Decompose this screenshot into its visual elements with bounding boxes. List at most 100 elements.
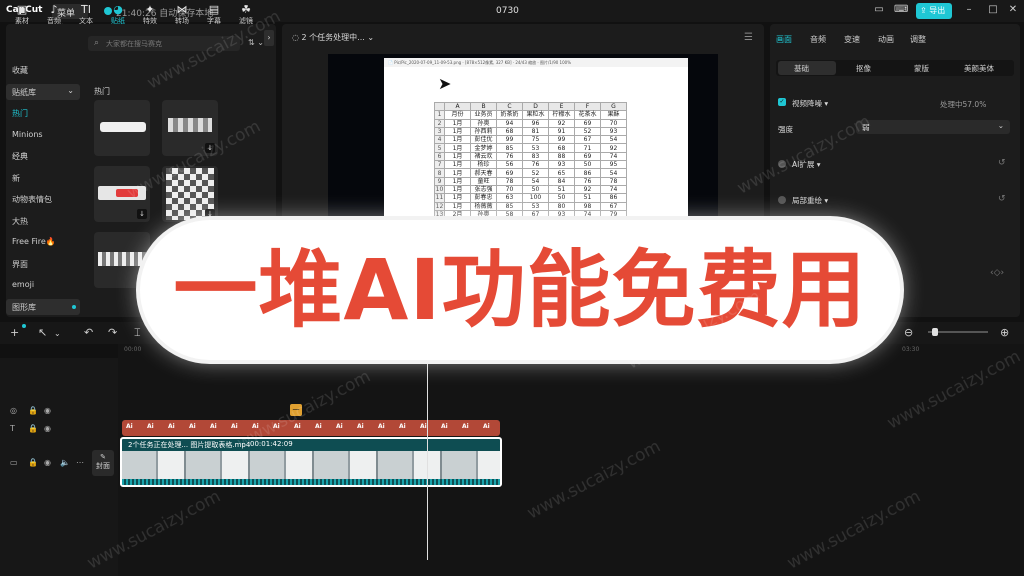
sheet-cell: 74 (600, 184, 627, 195)
tab-1[interactable]: ▣ 素材 (8, 4, 36, 28)
sheet-cell: A (444, 101, 471, 112)
local-redraw-toggle[interactable] (778, 196, 786, 204)
strength-select[interactable]: 弱 ⌄ (856, 120, 1010, 134)
sheet-cell: 2 (434, 118, 445, 128)
menu-icon[interactable]: ☰ (744, 32, 753, 43)
zoom-out-icon[interactable]: ⊖ (904, 326, 913, 339)
shortcut-icon[interactable]: ⌨ (894, 4, 908, 18)
banner-headline: 一堆AI功能免费用 (173, 241, 867, 339)
minimize-icon[interactable]: – (962, 4, 976, 18)
sheet-cell: 1月 (444, 168, 471, 178)
task-status[interactable]: ◌ 2 个任务处理中... ⌄ (292, 32, 374, 43)
chevron-down-icon: ⌄ (67, 85, 74, 95)
project-title: 0730 (496, 6, 519, 16)
sheet-cell: D (522, 101, 549, 112)
inspector-subtab[interactable]: 美颜美体 (964, 63, 994, 74)
denoise-label: 视频降噪 ▾ (792, 99, 829, 108)
sticker-category[interactable]: 收藏 (6, 62, 80, 78)
video-clip[interactable]: 2个任务正在处理... 图片提取表格.mp4 00:01:42:09 (120, 437, 502, 487)
inspector-subtab[interactable]: 抠像 (856, 63, 871, 74)
sheet-cell: 1月 (444, 160, 471, 170)
reset-icon[interactable]: ↺ (998, 194, 1006, 204)
redo-icon[interactable]: ↷ (108, 326, 117, 339)
sheet-cell: 1月 (444, 184, 471, 195)
maximize-icon[interactable]: □ (986, 4, 1000, 18)
eye-icon[interactable]: ◉ (44, 458, 51, 467)
undo-icon[interactable]: ↶ (84, 326, 93, 339)
sheet-cell: 郝天春 (470, 168, 497, 178)
playhead[interactable] (427, 344, 428, 560)
select-tool-icon[interactable]: ↖ (38, 326, 47, 339)
sheet-row: 8 1月 郝天春 69 52 65 86 54 (434, 168, 627, 178)
denoise-checkbox[interactable]: ✓ (778, 98, 786, 106)
inspector-tab[interactable]: 画面 (776, 34, 792, 45)
download-icon[interactable]: ↓ (205, 209, 215, 219)
tab-icon: ☘ (241, 3, 251, 16)
sheet-cell: C (496, 101, 523, 112)
lock-icon[interactable]: 🔒 (28, 458, 38, 467)
keyframe-icon[interactable]: ‹◇› (990, 268, 1004, 278)
tab-7[interactable]: ▤ 字幕 (200, 4, 228, 28)
sheet-cell: 3 (434, 126, 445, 137)
close-icon[interactable]: ✕ (1006, 4, 1020, 18)
sticker-category[interactable]: 界面 (6, 256, 80, 272)
download-icon[interactable]: ↓ (137, 209, 147, 219)
eye-icon[interactable]: ◉ (44, 424, 51, 433)
inspector-tab[interactable]: 调整 (910, 34, 926, 45)
sticker-item[interactable] (94, 100, 150, 156)
text-clips-track[interactable]: Ai Ai Ai Ai Ai Ai Ai Ai Ai Ai Ai Ai Ai Ai Ai Ai Ai Ai (122, 420, 500, 436)
inspector-subtab[interactable]: 基础 (794, 63, 809, 74)
sticker-category[interactable]: 新 (6, 170, 80, 186)
inspector-subtab[interactable]: 蒙版 (914, 63, 929, 74)
sticker-category[interactable]: 贴纸库 ⌄ (6, 83, 80, 100)
sticker-category[interactable]: Minions (6, 127, 80, 143)
more-icon[interactable]: ⋯ (76, 458, 84, 467)
sheet-cell: 1月 (444, 126, 471, 137)
inspector-tab[interactable]: 变速 (844, 34, 860, 45)
volume-icon[interactable]: 🔈 (60, 458, 70, 467)
tab-2[interactable]: ♪ 音频 (40, 4, 68, 28)
sheet-cell: 杨珍 (470, 160, 497, 170)
layout-icon[interactable]: ▭ (872, 4, 886, 18)
sticker-category[interactable]: 动物表情包 (6, 191, 80, 207)
sheet-cell: 76 (496, 151, 523, 162)
sticker-category[interactable]: emoji (6, 277, 80, 293)
lock-icon[interactable]: 🔒 (28, 406, 38, 415)
notification-dot (22, 324, 26, 328)
zoom-in-icon[interactable]: ⊕ (1000, 326, 1009, 339)
sheet-cell: 8 (434, 168, 445, 178)
chevron-down-icon[interactable]: ⌄ (54, 329, 61, 338)
sticker-category[interactable]: Free Fire🔥 (6, 234, 80, 250)
lock-icon[interactable]: 🔒 (28, 424, 38, 433)
reset-icon[interactable]: ↺ (998, 158, 1006, 168)
sticker-category[interactable]: 图形库 (6, 298, 80, 315)
sticker-category[interactable]: 大热 (6, 213, 80, 229)
tab-6[interactable]: ⋈ 转场 (168, 4, 196, 28)
inspector-tab[interactable]: 音频 (810, 34, 826, 45)
tab-5[interactable]: ✦ 特效 (136, 4, 164, 28)
inspector-tab[interactable]: 动画 (878, 34, 894, 45)
sheet-cell: 53 (522, 143, 549, 153)
cover-button[interactable]: ✎ 封面 (92, 450, 114, 476)
eye-icon[interactable]: ◉ (44, 406, 51, 415)
tab-label: 素材 (15, 17, 29, 25)
add-track-icon[interactable]: + (10, 326, 19, 339)
sheet-cell: 79 (600, 209, 627, 220)
text-chip: Ai (189, 423, 196, 430)
zoom-slider-handle[interactable] (932, 328, 938, 336)
sheet-cell: 74 (574, 209, 601, 220)
tab-3[interactable]: TI 文本 (72, 4, 100, 28)
sheet-cell: 彭佳优 (470, 135, 497, 145)
effect-track-icon: ◎ (10, 406, 17, 415)
sheet-cell: 1月 (444, 135, 471, 145)
sticker-category[interactable]: 热门 (6, 105, 80, 121)
text-chip: Ai (357, 423, 364, 430)
sheet-cell: 褚云欢 (470, 151, 497, 162)
sheet-cell: 74 (600, 151, 627, 162)
tab-icon: ♪ (50, 3, 58, 16)
sheet-cell: 花茶水 (574, 110, 601, 120)
sticker-category[interactable]: 经典 (6, 148, 80, 164)
sheet-cell: 88 (548, 151, 575, 162)
export-button[interactable]: ⇪ 导出 (916, 3, 952, 19)
tab-4[interactable]: ◕ 贴纸 (104, 4, 132, 28)
